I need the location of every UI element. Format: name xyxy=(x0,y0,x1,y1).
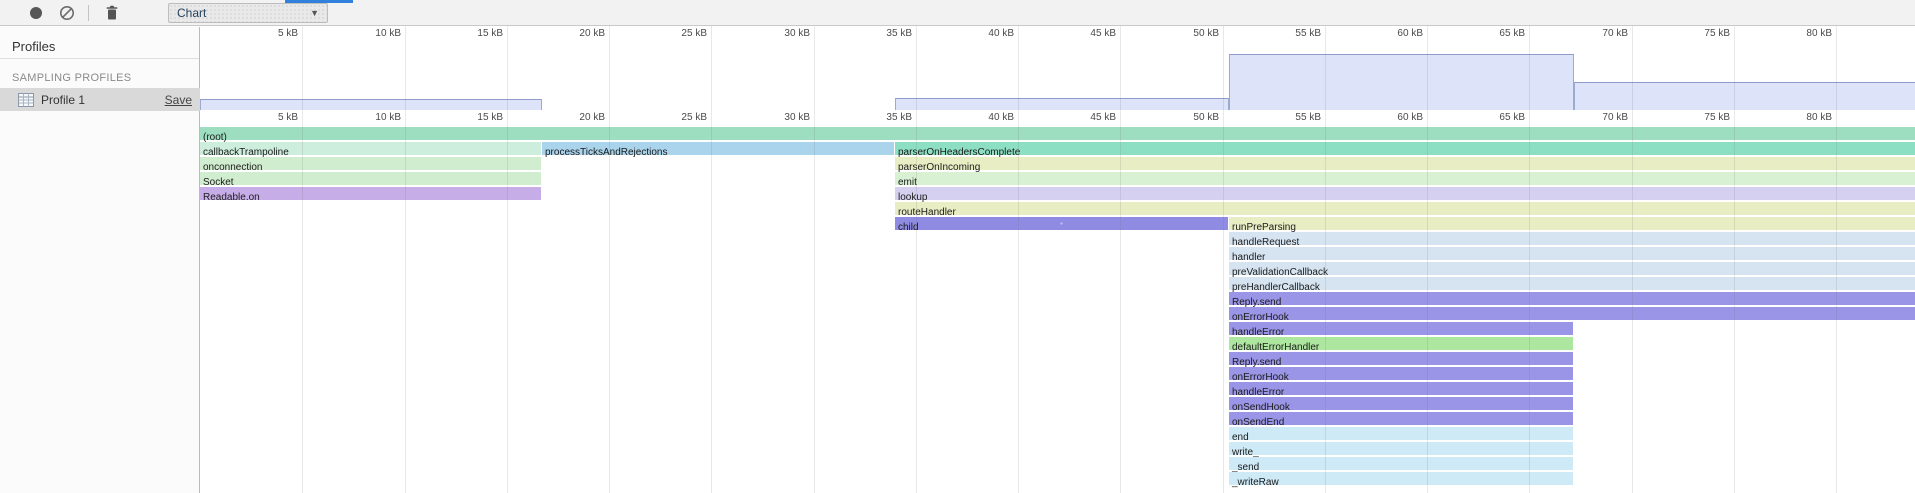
flame-frame--writeraw[interactable]: _writeRaw xyxy=(1229,472,1574,485)
sidebar-title: Profiles xyxy=(12,39,55,54)
profile-list-item[interactable]: Profile 1 Save xyxy=(0,88,200,111)
flame-frame-callbacktrampoline[interactable]: callbackTrampoline xyxy=(200,142,542,155)
axis-tick-label: 35 kB xyxy=(852,112,912,123)
flame-frame-prehandlercallback[interactable]: preHandlerCallback xyxy=(1229,277,1915,290)
axis-tick-label: 50 kB xyxy=(1159,112,1219,123)
record-button[interactable] xyxy=(27,4,45,22)
trash-icon xyxy=(105,5,119,21)
axis-tick-label: 15 kB xyxy=(443,28,503,39)
flame-frame-prevalidationcallback[interactable]: preValidationCallback xyxy=(1229,262,1915,275)
axis-tick-label: 45 kB xyxy=(1056,28,1116,39)
axis-tick-label: 30 kB xyxy=(750,112,810,123)
axis-tick-label: 40 kB xyxy=(954,28,1014,39)
axis-tick-label: 20 kB xyxy=(545,28,605,39)
axis-tick-label: 55 kB xyxy=(1261,112,1321,123)
axis-tick-label: 10 kB xyxy=(341,28,401,39)
axis-tick-label: 10 kB xyxy=(341,112,401,123)
circle-slash-icon xyxy=(59,5,75,21)
axis-tick-label: 65 kB xyxy=(1465,112,1525,123)
axis-tick-label: 75 kB xyxy=(1670,28,1730,39)
view-mode-select[interactable]: Chart ▼ xyxy=(168,3,328,23)
axis-tick-label: 25 kB xyxy=(647,112,707,123)
flame-frame-defaulterrorhandler[interactable]: defaultErrorHandler xyxy=(1229,337,1574,350)
axis-tick-label: 30 kB xyxy=(750,28,810,39)
view-mode-value: Chart xyxy=(177,6,310,20)
frame-label: Readable.on xyxy=(200,192,260,203)
axis-tick-label: 15 kB xyxy=(443,112,503,123)
axis-tick-label: 80 kB xyxy=(1772,112,1832,123)
flame-frame-handleerror[interactable]: handleError xyxy=(1229,322,1574,335)
flame-frame-lookup[interactable]: lookup xyxy=(895,187,1915,200)
frame-label: processTicksAndRejections xyxy=(542,147,667,158)
flame-frame-parseronincoming[interactable]: parserOnIncoming xyxy=(895,157,1915,170)
sampling-profiles-header: SAMPLING PROFILES xyxy=(12,72,131,84)
axis-tick-label: 60 kB xyxy=(1363,112,1423,123)
axis-tick-label: 5 kB xyxy=(238,112,298,123)
delete-profile-button[interactable] xyxy=(103,4,121,22)
flame-frame-handler[interactable]: handler xyxy=(1229,247,1915,260)
chevron-down-icon: ▼ xyxy=(310,8,319,18)
flame-chart-ruler[interactable]: 5 kB 10 kB 15 kB 20 kB 25 kB 30 kB 35 kB 40 kB 4… xyxy=(200,110,1915,127)
overview-step xyxy=(200,99,542,110)
flame-frame-onerrorhook[interactable]: onErrorHook xyxy=(1229,367,1574,380)
flame-chart: (root) callbackTrampolineprocessTicksAndR… xyxy=(200,127,1915,493)
flame-frame-handleerror[interactable]: handleError xyxy=(1229,382,1574,395)
overview-step xyxy=(1574,82,1915,110)
axis-tick-label: 45 kB xyxy=(1056,112,1116,123)
axis-tick-label: 80 kB xyxy=(1772,28,1832,39)
axis-tick-label: 35 kB xyxy=(852,28,912,39)
axis-tick-label: 25 kB xyxy=(647,28,707,39)
toolbar-separator xyxy=(88,5,89,21)
profiles-sidebar: Profiles SAMPLING PROFILES Profile 1 Sav… xyxy=(0,27,200,493)
axis-tick-label: 75 kB xyxy=(1670,112,1730,123)
axis-tick-label: 65 kB xyxy=(1465,28,1525,39)
flame-frame-write-[interactable]: write_ xyxy=(1229,442,1574,455)
overview-ruler[interactable]: 5 kB 10 kB 15 kB 20 kB 25 kB 30 kB 35 kB 40 kB 4… xyxy=(200,26,1915,42)
sidebar-divider xyxy=(0,58,199,59)
flame-frame-reply-send[interactable]: Reply.send xyxy=(1229,292,1915,305)
flame-frame--root-[interactable]: (root) xyxy=(200,127,1915,140)
axis-tick-label: 40 kB xyxy=(954,112,1014,123)
record-icon xyxy=(29,6,43,20)
profile-icon xyxy=(18,93,34,107)
flame-frame-onsendend[interactable]: onSendEnd xyxy=(1229,412,1574,425)
frame-label: _writeRaw xyxy=(1229,477,1279,488)
panel-accent-bar xyxy=(285,0,353,3)
flame-frame-onerrorhook[interactable]: onErrorHook xyxy=(1229,307,1915,320)
axis-tick-label: 60 kB xyxy=(1363,28,1423,39)
axis-tick-label: 20 kB xyxy=(545,112,605,123)
flame-frame-emit[interactable]: emit xyxy=(895,172,1915,185)
axis-tick-label: 70 kB xyxy=(1568,112,1628,123)
flame-frame-onconnection[interactable]: onconnection xyxy=(200,157,542,170)
overview-timeline[interactable] xyxy=(200,42,1915,110)
flame-frame-processticksandrejections[interactable]: processTicksAndRejections xyxy=(542,142,895,155)
overview-step xyxy=(1229,54,1574,110)
toolbar: Chart ▼ xyxy=(0,0,1915,26)
save-profile-link[interactable]: Save xyxy=(165,93,192,107)
flame-frame-child[interactable]: child xyxy=(895,217,1229,230)
flame-frame-runpreparsing[interactable]: runPreParsing xyxy=(1229,217,1915,230)
axis-tick-label: 55 kB xyxy=(1261,28,1321,39)
profiler-panel: Chart ▼ Profiles SAMPLING PROFILES Profi… xyxy=(0,0,1915,493)
flame-frame-routehandler[interactable]: routeHandler xyxy=(895,202,1915,215)
frame-label: child xyxy=(895,222,919,233)
flame-frame-end[interactable]: end xyxy=(1229,427,1574,440)
flame-frame-handlerequest[interactable]: handleRequest xyxy=(1229,232,1915,245)
flame-frame--send[interactable]: _send xyxy=(1229,457,1574,470)
profile-name: Profile 1 xyxy=(41,93,165,107)
flame-frame-readable-on[interactable]: Readable.on xyxy=(200,187,542,200)
axis-tick-label: 70 kB xyxy=(1568,28,1628,39)
flame-frame-parseronheaderscomplete[interactable]: parserOnHeadersComplete xyxy=(895,142,1915,155)
chart-pane: 5 kB 10 kB 15 kB 20 kB 25 kB 30 kB 35 kB 40 kB 4… xyxy=(200,26,1915,493)
axis-tick-label: 50 kB xyxy=(1159,28,1219,39)
overview-step xyxy=(895,98,1229,110)
flame-frame-onsendhook[interactable]: onSendHook xyxy=(1229,397,1574,410)
flame-frame-reply-send[interactable]: Reply.send xyxy=(1229,352,1574,365)
flame-frame-socket[interactable]: Socket xyxy=(200,172,542,185)
axis-tick-label: 5 kB xyxy=(238,28,298,39)
clear-button[interactable] xyxy=(58,4,76,22)
